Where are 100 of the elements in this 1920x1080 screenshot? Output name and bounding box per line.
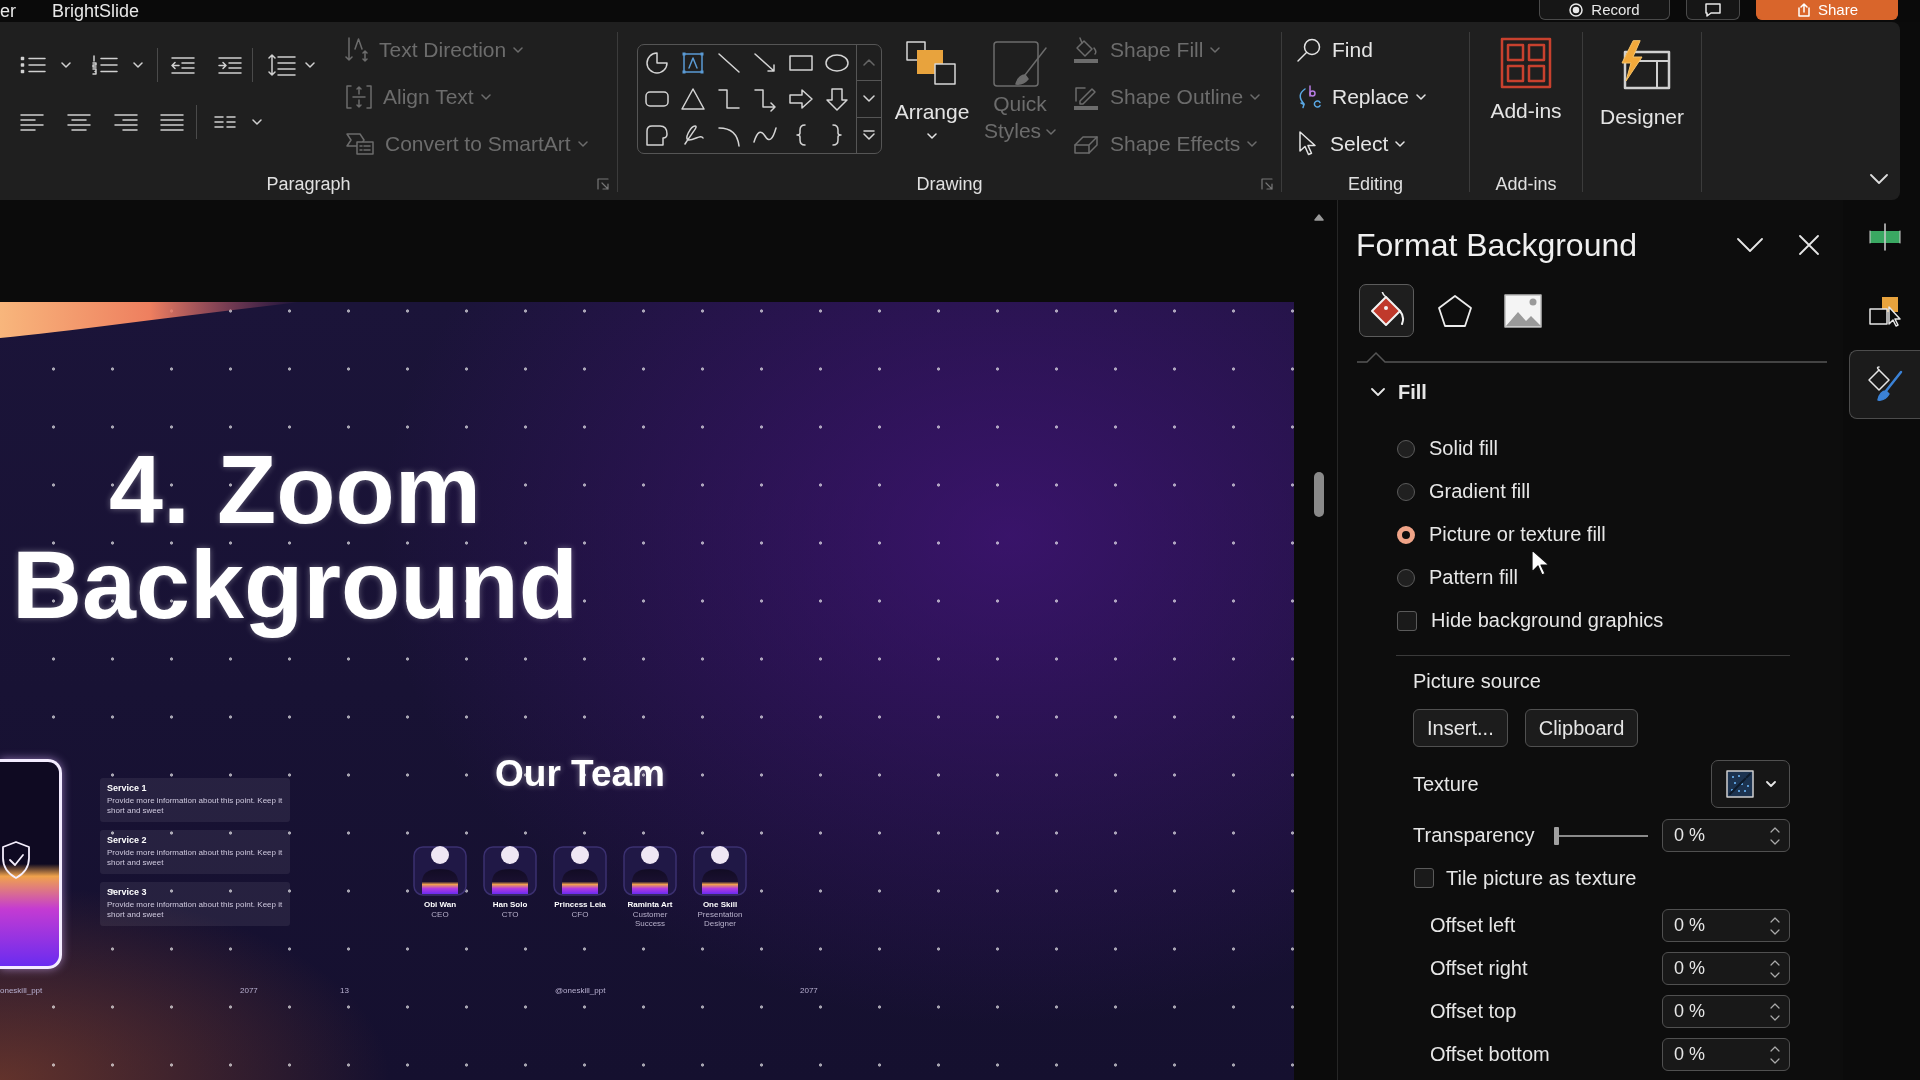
footer-text: 13 bbox=[340, 986, 349, 996]
footer-text: 2077 bbox=[800, 986, 818, 996]
bullet-list-icon bbox=[20, 55, 46, 75]
spin-up-icon[interactable] bbox=[1770, 1002, 1780, 1009]
pie-shape-icon[interactable] bbox=[643, 50, 671, 76]
group-label: Paragraph bbox=[266, 173, 351, 195]
spin-down-icon[interactable] bbox=[1770, 1057, 1780, 1064]
checkbox[interactable] bbox=[1397, 610, 1417, 631]
replace-button[interactable]: Replace bbox=[1296, 77, 1427, 117]
spin-up-icon[interactable] bbox=[1770, 826, 1780, 833]
spin-up-icon[interactable] bbox=[1770, 959, 1780, 966]
add-ins-button[interactable]: Add-ins bbox=[1470, 22, 1582, 124]
option-label[interactable]: Solid fill bbox=[1429, 437, 1498, 460]
group-label: Editing bbox=[1347, 173, 1403, 195]
elbow-connector-icon[interactable] bbox=[715, 86, 743, 112]
arrange-button[interactable]: Arrange bbox=[894, 22, 970, 139]
pentagon-icon bbox=[1435, 292, 1474, 329]
align-bar-icon bbox=[1866, 221, 1904, 252]
scroll-up-arrow-icon[interactable] bbox=[1313, 214, 1324, 221]
elbow-arrow-icon[interactable] bbox=[751, 86, 779, 112]
member-role: CTO bbox=[500, 910, 520, 919]
percent-spin-box[interactable]: 0 % bbox=[1662, 1038, 1790, 1071]
add-ins-grid-icon bbox=[1500, 37, 1552, 89]
option-label[interactable]: Pattern fill bbox=[1429, 566, 1518, 589]
arrange-icon bbox=[905, 40, 959, 86]
caret-icon bbox=[1765, 781, 1776, 787]
member-role: Customer Success bbox=[631, 910, 669, 928]
dialog-launcher-icon[interactable] bbox=[597, 178, 609, 190]
spin-down-icon[interactable] bbox=[1770, 971, 1780, 978]
member-role: CFO bbox=[570, 910, 590, 919]
radio-button[interactable] bbox=[1397, 568, 1415, 587]
option-label[interactable]: Gradient fill bbox=[1429, 480, 1531, 503]
texture-dropdown[interactable] bbox=[1711, 760, 1790, 808]
member-name: Princess Leia bbox=[554, 900, 606, 910]
service-title: Service 2 bbox=[107, 835, 148, 846]
service-title: Service 1 bbox=[107, 783, 148, 794]
member-name: Obi Wan bbox=[423, 900, 457, 910]
service-description: Provide more information about this point. Keep it short and sweet bbox=[107, 796, 283, 816]
increase-indent-icon bbox=[218, 56, 242, 74]
share-button[interactable]: Share bbox=[1756, 0, 1898, 20]
spin-down-icon[interactable] bbox=[1770, 928, 1780, 935]
record-button[interactable]: Record bbox=[1539, 0, 1670, 20]
shapes-cursor-icon bbox=[1868, 294, 1902, 327]
section-header[interactable]: Fill bbox=[1371, 378, 1427, 406]
caret-icon bbox=[61, 62, 71, 68]
dialog-launcher-icon[interactable] bbox=[1261, 178, 1273, 190]
share-icon bbox=[1796, 2, 1810, 17]
scrollbar-thumb[interactable] bbox=[1313, 472, 1324, 517]
line-shape-icon[interactable] bbox=[715, 50, 743, 76]
right-arrow-icon[interactable] bbox=[787, 86, 815, 112]
percent-spin-box[interactable]: 0 % bbox=[1662, 819, 1790, 852]
percent-spin-box[interactable]: 0 % bbox=[1662, 909, 1790, 942]
comments-button[interactable] bbox=[1686, 0, 1740, 20]
chevron-up-icon[interactable] bbox=[863, 59, 876, 67]
radio-button[interactable] bbox=[1397, 525, 1415, 544]
freeform-shape-icon[interactable] bbox=[643, 122, 671, 148]
checkbox[interactable] bbox=[1414, 868, 1434, 888]
chevron-down-icon[interactable] bbox=[1870, 174, 1888, 184]
pane-title: Format Background bbox=[1356, 226, 1638, 264]
clipboard-button[interactable]: Clipboard bbox=[1524, 709, 1639, 747]
radio-button[interactable] bbox=[1397, 482, 1415, 501]
member-name: One Skill bbox=[702, 900, 738, 910]
spin-up-icon[interactable] bbox=[1770, 1045, 1780, 1052]
spin-down-icon[interactable] bbox=[1770, 838, 1780, 845]
option-label[interactable]: Picture or texture fill bbox=[1429, 523, 1606, 546]
percent-spin-box[interactable]: 0 % bbox=[1662, 952, 1790, 985]
ribbon-tab[interactable]: er bbox=[0, 0, 16, 22]
caret-icon bbox=[133, 62, 143, 68]
section-label: Picture source bbox=[1413, 669, 1541, 693]
spin-down-icon[interactable] bbox=[1770, 1014, 1780, 1021]
triangle-shape-icon[interactable] bbox=[679, 86, 707, 112]
slider-thumb[interactable] bbox=[1554, 826, 1559, 845]
chevron-down-icon[interactable] bbox=[863, 95, 876, 103]
field-label: Offset left bbox=[1430, 914, 1516, 937]
slide-title: 4. Zoom Background bbox=[11, 434, 579, 641]
field-label: Offset top bbox=[1430, 1000, 1517, 1023]
format-pane-button[interactable] bbox=[1849, 350, 1920, 419]
insert-button[interactable]: Insert... bbox=[1413, 709, 1508, 747]
align-text-icon bbox=[345, 84, 373, 110]
close-icon[interactable] bbox=[1799, 235, 1819, 255]
smartart-icon bbox=[345, 132, 375, 156]
caret-icon bbox=[252, 119, 262, 125]
checkbox-label[interactable]: Hide background graphics bbox=[1431, 609, 1664, 632]
percent-spin-box[interactable]: 0 % bbox=[1662, 995, 1790, 1028]
select-button[interactable]: Select bbox=[1296, 124, 1427, 164]
designer-button[interactable]: Designer bbox=[1583, 22, 1701, 130]
transparency-slider[interactable] bbox=[1554, 826, 1648, 845]
spin-up-icon[interactable] bbox=[1770, 916, 1780, 923]
ribbon-tab[interactable]: BrightSlide bbox=[52, 0, 140, 22]
field-label: Offset right bbox=[1430, 957, 1528, 980]
radio-button[interactable] bbox=[1397, 439, 1415, 458]
checkbox-label[interactable]: Tile picture as texture bbox=[1446, 866, 1637, 890]
expand-gallery-icon[interactable] bbox=[863, 130, 876, 141]
quick-styles-icon bbox=[992, 40, 1048, 90]
down-arrow-icon[interactable] bbox=[823, 86, 851, 112]
field-label: Transparency bbox=[1413, 824, 1535, 847]
service-title: Service 3 bbox=[107, 887, 148, 898]
chevron-down-icon[interactable] bbox=[1737, 238, 1763, 252]
find-button[interactable]: Find bbox=[1296, 30, 1427, 70]
fill-tab[interactable] bbox=[1359, 284, 1414, 337]
